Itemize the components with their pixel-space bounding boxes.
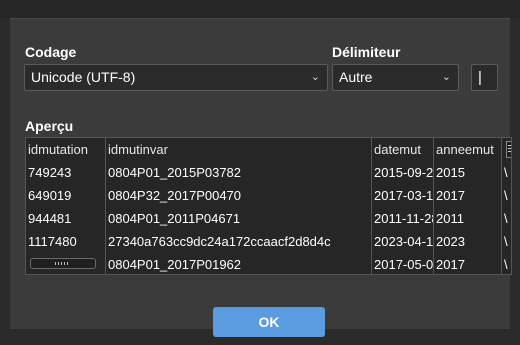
chevron-down-icon: ⌄	[441, 71, 451, 83]
table-cell: 944481	[26, 207, 106, 230]
table-cell: 2017-05-09	[372, 253, 434, 274]
table-row: 749243 0804P01_2015P03782 2015-09-22 201…	[26, 161, 511, 184]
table-cell: 2023-04-18	[372, 230, 434, 253]
table-cell: 0804P01_2011P04671	[106, 207, 372, 230]
table-cell: 1117480	[26, 230, 106, 253]
column-header[interactable]: anneemut	[434, 138, 502, 161]
table-cell: 2015-09-22	[372, 161, 434, 184]
title-bar	[0, 0, 520, 18]
horizontal-scrollbar[interactable]	[30, 258, 96, 269]
table-cell: \	[504, 165, 508, 180]
scrollbar-grip-icon	[55, 262, 69, 265]
column-header[interactable]: idmutinvar	[106, 138, 372, 161]
table-cell: 2017	[434, 184, 502, 207]
table-cell: \	[504, 234, 508, 249]
table-row: 944481 0804P01_2011P04671 2011-11-28 201…	[26, 207, 511, 230]
table-cell: 749243	[26, 161, 106, 184]
encoding-select[interactable]: Unicode (UTF-8) ⌄	[24, 64, 328, 91]
table-cell: 0804P01_2015P03782	[106, 161, 372, 184]
table-cell: 649019	[26, 184, 106, 207]
vertical-scrollbar[interactable]	[506, 141, 511, 158]
table-cell: 2011	[434, 207, 502, 230]
preview-label: Aperçu	[25, 118, 74, 134]
custom-delimiter-input[interactable]: |	[471, 64, 498, 91]
table-cell: 2015	[434, 161, 502, 184]
table-cell: 2017	[434, 253, 502, 274]
table-cell: 2023	[434, 230, 502, 253]
table-cell: 2017-03-16	[372, 184, 434, 207]
table-cell: 27340a763cc9dc24a172ccaacf2d8d4c	[106, 230, 372, 253]
table-cell: \	[504, 188, 508, 203]
encoding-label: Codage	[25, 44, 77, 60]
ok-button[interactable]: OK	[213, 307, 325, 337]
delimiter-value: Autre	[339, 69, 373, 85]
table-cell	[26, 253, 106, 274]
preview-table[interactable]: idmutation idmutinvar datemut anneemut 7…	[25, 137, 512, 275]
table-cell: \	[504, 257, 508, 272]
table-cell: \	[504, 211, 508, 226]
table-cell: 0804P01_2017P01962	[106, 253, 372, 274]
scrollbar-grip-icon	[508, 145, 511, 154]
delimiter-label: Délimiteur	[332, 44, 401, 60]
column-header[interactable]: idmutation	[26, 138, 106, 161]
column-header[interactable]: datemut	[372, 138, 434, 161]
delimiter-select[interactable]: Autre ⌄	[332, 64, 459, 91]
table-row: 1117480 27340a763cc9dc24a172ccaacf2d8d4c…	[26, 230, 511, 253]
table-cell: 0804P32_2017P00470	[106, 184, 372, 207]
table-row: 0804P01_2017P01962 2017-05-09 2017 \	[26, 253, 511, 274]
table-header: idmutation idmutinvar datemut anneemut	[26, 138, 511, 161]
table-cell: 2011-11-28	[372, 207, 434, 230]
table-row: 649019 0804P32_2017P00470 2017-03-16 201…	[26, 184, 511, 207]
chevron-down-icon: ⌄	[310, 71, 320, 83]
encoding-value: Unicode (UTF-8)	[31, 69, 136, 85]
